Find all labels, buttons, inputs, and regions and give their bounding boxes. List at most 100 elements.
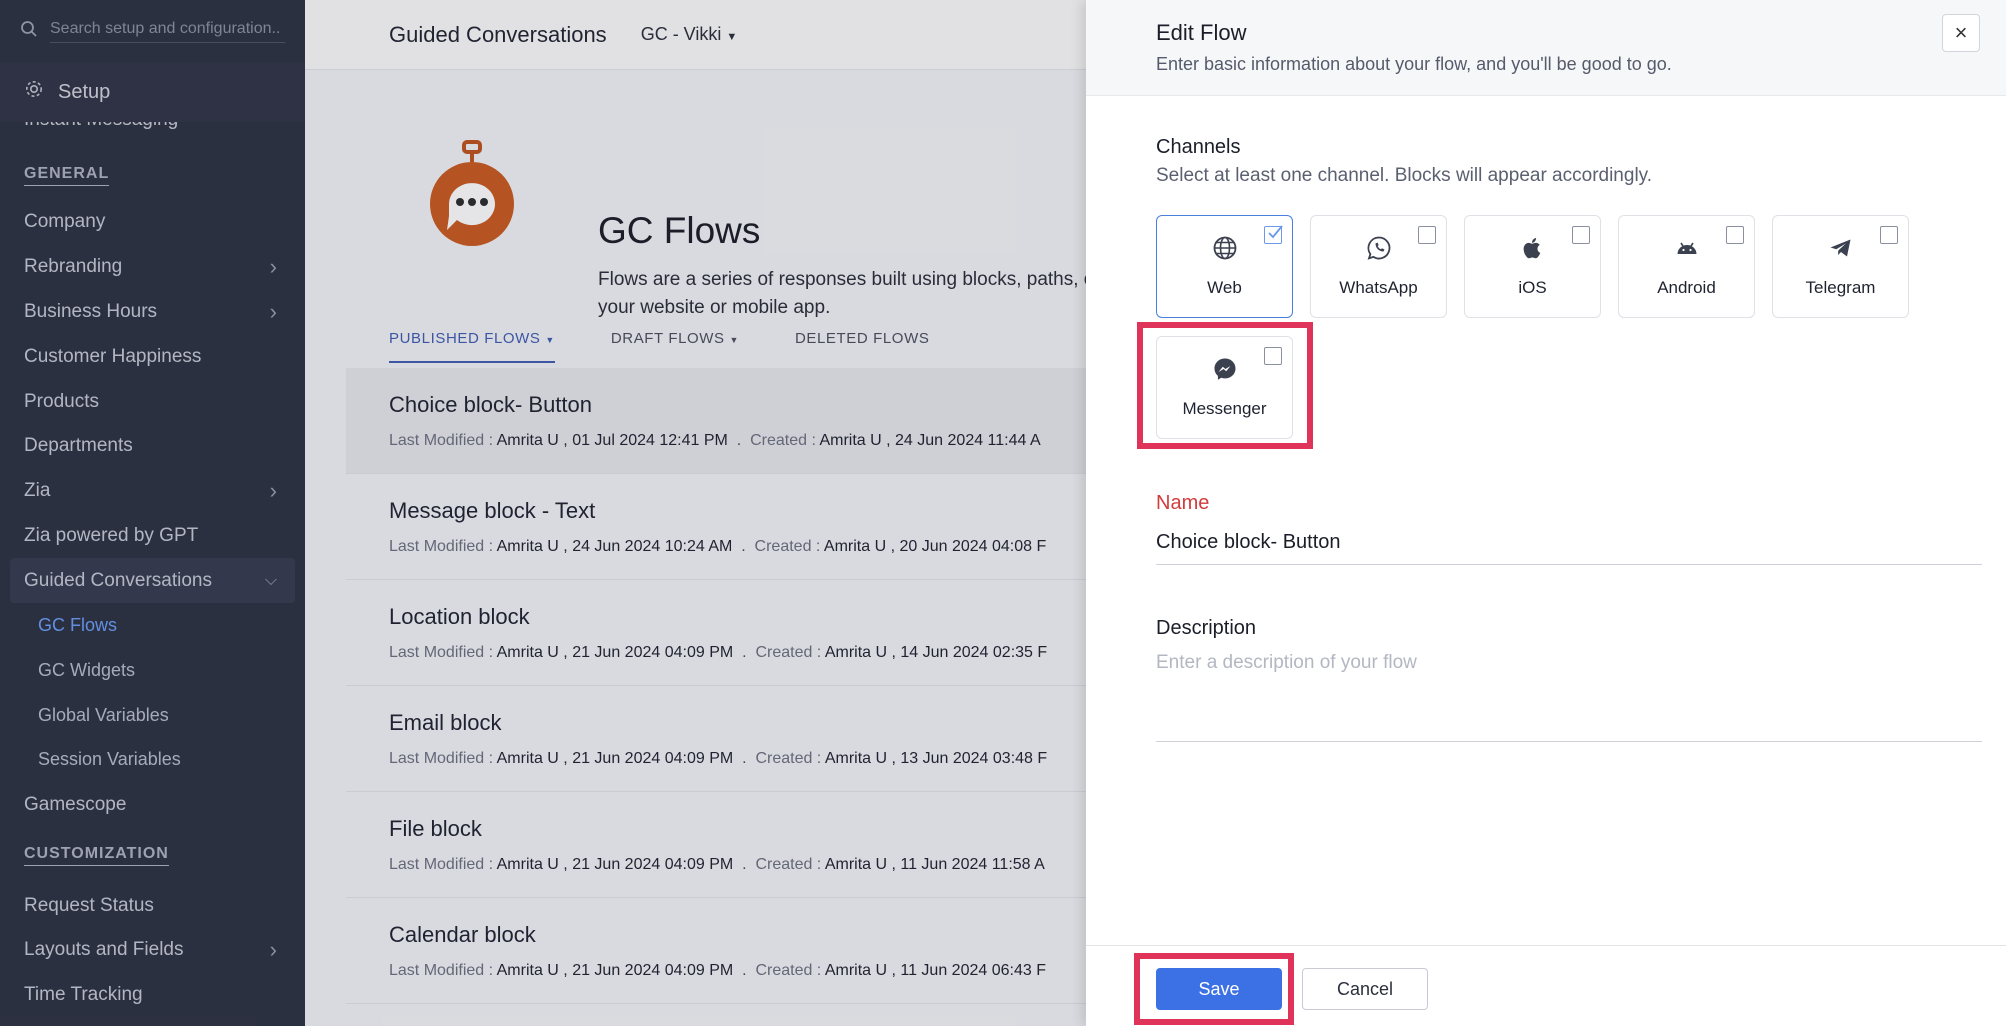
edit-flow-panel: Edit Flow Enter basic information about … [1086,0,2006,1026]
flow-row[interactable]: Message block - Text Last Modified : Amr… [346,474,1086,580]
sidebar-item-label: Company [24,211,106,233]
flow-meta: Last Modified : Amrita U , 21 Jun 2024 0… [389,856,1045,873]
department-selector[interactable]: GC - Vikki ▼ [641,24,738,45]
sidebar-subitem-session-variables[interactable]: Session Variables [0,738,305,783]
tab-published-flows[interactable]: PUBLISHED FLOWS ▼ [389,330,555,363]
channel-telegram[interactable]: Telegram [1772,215,1909,318]
sidebar-item-time-tracking[interactable]: Time Tracking [0,973,305,1018]
search-icon [20,20,38,43]
cancel-button[interactable]: Cancel [1302,968,1428,1010]
description-field[interactable] [1156,652,1982,742]
created-value: Amrita U , 11 Jun 2024 11:58 A [824,856,1045,873]
department-label: GC - Vikki [640,24,722,44]
section-heading-label: GENERAL [24,165,110,186]
modified-value: Amrita U , 21 Jun 2024 04:09 PM [496,750,734,767]
sidebar-item-instant-messaging[interactable]: Instant Messaging [0,122,305,150]
modified-value: Amrita U , 01 Jul 2024 12:41 PM [496,432,728,449]
meta-label: Last Modified : [389,750,494,767]
sidebar-item-zia-gpt[interactable]: Zia powered by GPT [0,514,305,559]
created-value: Amrita U , 11 Jun 2024 06:43 F [824,962,1046,979]
sidebar-item-gamescope[interactable]: Gamescope [0,782,305,827]
channel-android[interactable]: Android [1618,215,1755,318]
flow-name: Choice block- Button [389,392,592,417]
android-icon [1674,235,1700,266]
flow-row[interactable]: Location block Last Modified : Amrita U … [346,580,1086,686]
sidebar-subitem-gc-widgets[interactable]: GC Widgets [0,648,305,693]
setup-link[interactable]: Setup [0,62,305,122]
flow-row[interactable]: Email block Last Modified : Amrita U , 2… [346,686,1086,792]
created-value: Amrita U , 14 Jun 2024 02:35 F [824,644,1048,661]
bot-icon [427,140,517,255]
ios-checkbox[interactable] [1572,226,1590,244]
channel-label: Telegram [1805,278,1876,297]
description-label: Description [1156,617,1257,639]
meta-label: Created : [750,432,816,449]
channels-section: Channels Select at least one channel. Bl… [1156,136,1652,187]
tab-deleted-flows[interactable]: DELETED FLOWS [795,330,930,363]
tab-draft-flows[interactable]: DRAFT FLOWS ▼ [611,330,739,363]
chevron-right-icon: › [269,254,277,280]
name-label: Name [1156,492,1210,514]
chevron-down-icon: ⌵ [264,571,277,589]
flow-meta: Last Modified : Amrita U , 24 Jun 2024 1… [389,538,1047,555]
sidebar-item-label: Gamescope [24,793,127,815]
sidebar-item-label: Customer Happiness [24,345,202,367]
customization-heading: CUSTOMIZATION [0,827,305,883]
meta-label: Created : [755,962,822,979]
flow-row[interactable]: Choice block- Button Last Modified : Amr… [346,368,1086,474]
sidebar-item-layouts-fields[interactable]: Layouts and Fields › [0,928,305,973]
chevron-right-icon: › [269,937,277,963]
flow-list: Choice block- Button Last Modified : Amr… [346,368,1086,1004]
created-value: Amrita U , 24 Jun 2024 11:44 A [819,432,1041,449]
globe-icon [1212,235,1238,266]
sidebar-item-request-status[interactable]: Request Status [0,883,305,928]
sidebar-item-rebranding[interactable]: Rebranding › [0,245,305,290]
sidebar-item-business-hours[interactable]: Business Hours › [0,290,305,335]
panel-subtitle: Enter basic information about your flow,… [1156,54,1672,74]
search-input[interactable] [50,19,285,43]
sidebar-item-products[interactable]: Products [0,379,305,424]
telegram-checkbox[interactable] [1880,226,1898,244]
sidebar-item-company[interactable]: Company [0,200,305,245]
name-field[interactable] [1156,529,1982,565]
page-title: Guided Conversations [389,21,607,47]
created-value: Amrita U , 20 Jun 2024 04:08 F [823,538,1047,555]
sidebar-item-customer-happiness[interactable]: Customer Happiness [0,334,305,379]
sidebar-item-guided-conversations[interactable]: Guided Conversations ⌵ [10,558,295,604]
meta-label: Last Modified : [389,538,494,555]
sidebar-item-label: GC Widgets [38,659,136,680]
channel-web[interactable]: Web [1156,215,1293,318]
chevron-right-icon: › [269,478,277,504]
flow-row[interactable]: File block Last Modified : Amrita U , 21… [346,792,1086,898]
sidebar-item-zia[interactable]: Zia › [0,469,305,514]
web-checkbox[interactable] [1264,225,1283,244]
name-section: Name [1156,492,1982,565]
modified-value: Amrita U , 21 Jun 2024 04:09 PM [496,856,734,873]
meta-label: Last Modified : [389,644,494,661]
panel-title: Edit Flow [1156,20,1247,45]
meta-label: Created : [755,856,822,873]
caret-down-icon: ▼ [729,335,739,345]
channel-whatsapp[interactable]: WhatsApp [1310,215,1447,318]
whatsapp-checkbox[interactable] [1418,226,1436,244]
general-heading: GENERAL [0,150,305,200]
apple-icon [1520,235,1546,266]
flow-row[interactable]: Calendar block Last Modified : Amrita U … [346,898,1086,1004]
channel-ios[interactable]: iOS [1464,215,1601,318]
flow-name: Location block [389,604,530,629]
android-checkbox[interactable] [1726,226,1744,244]
flow-meta: Last Modified : Amrita U , 21 Jun 2024 0… [389,750,1048,767]
channel-label: Android [1657,278,1716,297]
sidebar-subitem-gc-flows[interactable]: GC Flows [0,603,305,648]
modified-value: Amrita U , 24 Jun 2024 10:24 AM [496,538,733,555]
description-section: Description [1156,617,1982,747]
meta-label: Last Modified : [389,432,494,449]
sidebar-item-label: Layouts and Fields [24,939,184,961]
sidebar-item-departments[interactable]: Departments [0,424,305,469]
close-button[interactable]: × [1942,14,1980,52]
modified-value: Amrita U , 21 Jun 2024 04:09 PM [496,962,734,979]
sidebar-subitem-global-variables[interactable]: Global Variables [0,693,305,738]
sidebar-item-label: Rebranding [24,256,123,278]
channel-label: WhatsApp [1339,278,1418,297]
hero: GC Flows Flows are a series of responses… [305,70,1086,320]
